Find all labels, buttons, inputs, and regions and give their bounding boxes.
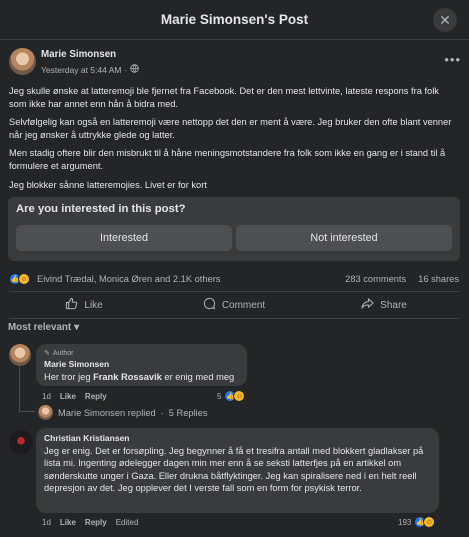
divider — [9, 291, 459, 292]
comment-text: Jeg er enig. Det er forsøpling. Jeg begy… — [44, 446, 424, 493]
like-button[interactable]: Like — [9, 293, 159, 317]
sort-label: Most relevant — [8, 322, 72, 333]
reply-avatar — [38, 405, 53, 420]
reactions-summary: 👍 ☺ Eivind Trædal, Monica Øren and 2.1K … — [9, 272, 459, 288]
interested-button[interactable]: Interested — [16, 225, 232, 251]
chevron-down-icon: ▾ — [74, 322, 80, 333]
close-icon[interactable]: ✕ — [433, 8, 457, 32]
haha-reaction-icon: ☺ — [18, 273, 30, 285]
post-author-name[interactable]: Marie Simonsen — [41, 49, 116, 60]
comment-reply-button[interactable]: Reply — [85, 518, 107, 527]
comment-text: Her tror jeg Frank Rossavik er enig med … — [44, 371, 239, 383]
post-dialog-header: Marie Simonsen's Post ✕ — [0, 0, 469, 40]
commenter-avatar[interactable] — [9, 430, 33, 454]
divider — [9, 318, 459, 319]
post-header: Marie Simonsen Yesterday at 5:44 AM · ••… — [9, 48, 461, 78]
comment-time[interactable]: 1d — [42, 518, 51, 527]
engagement-counts: 283 comments 16 shares — [345, 274, 459, 284]
post-paragraph: Jeg skulle ønske at latteremoji ble fjer… — [9, 86, 439, 109]
comment-author[interactable]: Christian Kristiansen — [44, 433, 431, 443]
author-avatar[interactable] — [9, 48, 36, 75]
shares-count[interactable]: 16 shares — [418, 274, 459, 284]
interest-prompt: Are you interested in this post? Interes… — [8, 197, 460, 261]
action-bar: Like Comment Share — [9, 293, 459, 317]
reactor-names[interactable]: Eivind Trædal, Monica Øren and 2.1K othe… — [37, 274, 220, 284]
comment-reaction-count: 193 — [398, 517, 412, 527]
thread-line — [19, 366, 20, 412]
post-text: Jeg skulle ønske at latteremoji ble fjer… — [9, 85, 459, 197]
comment-reactions[interactable]: 193 👍 ☺ — [398, 516, 436, 528]
interest-question: Are you interested in this post? — [16, 203, 186, 215]
comment-time[interactable]: 1d — [42, 392, 51, 401]
comment-bubble: ✎ Author Marie Simonsen Her tror jeg Fra… — [36, 344, 247, 386]
thumbs-up-icon — [65, 297, 78, 313]
comment-actions: 1d Like Reply — [42, 392, 107, 401]
share-icon — [361, 297, 374, 313]
replies-author-text: Marie Simonsen replied — [58, 407, 156, 418]
comment-text-end: er enig med meg — [161, 372, 235, 382]
comment-reactions[interactable]: 5 👍 ☺ — [217, 390, 246, 402]
more-options-icon[interactable]: ••• — [444, 52, 461, 67]
commenter-avatar[interactable] — [9, 344, 31, 366]
view-replies-link[interactable]: Marie Simonsen replied · 5 Replies — [38, 405, 208, 420]
mention-link[interactable]: Frank Rossavik — [93, 372, 162, 382]
thread-connector — [19, 411, 35, 412]
author-badge: ✎ Author — [44, 349, 239, 358]
haha-reaction-icon: ☺ — [423, 516, 436, 528]
edited-label: Edited — [115, 518, 139, 527]
globe-icon — [130, 64, 140, 75]
share-button[interactable]: Share — [309, 293, 459, 317]
comment-author[interactable]: Marie Simonsen — [44, 359, 239, 369]
comment-icon — [203, 297, 216, 313]
comment-reply-button[interactable]: Reply — [85, 392, 107, 401]
meta-separator: · — [124, 64, 128, 75]
comment-like-button[interactable]: Like — [60, 392, 76, 401]
comments-count[interactable]: 283 comments — [345, 274, 406, 284]
post-paragraph: Men stadig oftere blir den misbrukt til … — [9, 148, 446, 171]
dialog-title: Marie Simonsen's Post — [160, 12, 309, 27]
comment-bubble: Christian Kristiansen Jeg er enig. Det e… — [36, 428, 439, 513]
comment-button[interactable]: Comment — [159, 293, 309, 317]
comment-reaction-count: 5 — [217, 391, 222, 401]
post-meta: Yesterday at 5:44 AM · — [41, 64, 140, 75]
comment-sort-dropdown[interactable]: Most relevant ▾ — [8, 322, 79, 333]
not-interested-button[interactable]: Not interested — [236, 225, 452, 251]
pencil-icon: ✎ — [44, 350, 50, 357]
author-badge-label: Author — [52, 349, 74, 357]
post-paragraph: Jeg blokker sånne latteremojies. Livet e… — [9, 179, 207, 190]
share-label: Share — [380, 299, 407, 311]
comment-like-button[interactable]: Like — [60, 518, 76, 527]
like-label: Like — [84, 299, 103, 311]
comment-actions: 1d Like Reply Edited — [42, 518, 138, 527]
comment-label: Comment — [221, 299, 266, 311]
replies-separator: · — [160, 407, 164, 418]
comment-text-start: Her tror jeg — [44, 372, 94, 382]
post-timestamp[interactable]: Yesterday at 5:44 AM — [41, 65, 122, 75]
haha-reaction-icon: ☺ — [233, 390, 246, 402]
replies-count: 5 Replies — [168, 407, 208, 418]
post-paragraph: Selvfølgelig kan også en latteremoji vær… — [9, 117, 452, 140]
reaction-icons[interactable]: 👍 ☺ — [9, 273, 30, 285]
